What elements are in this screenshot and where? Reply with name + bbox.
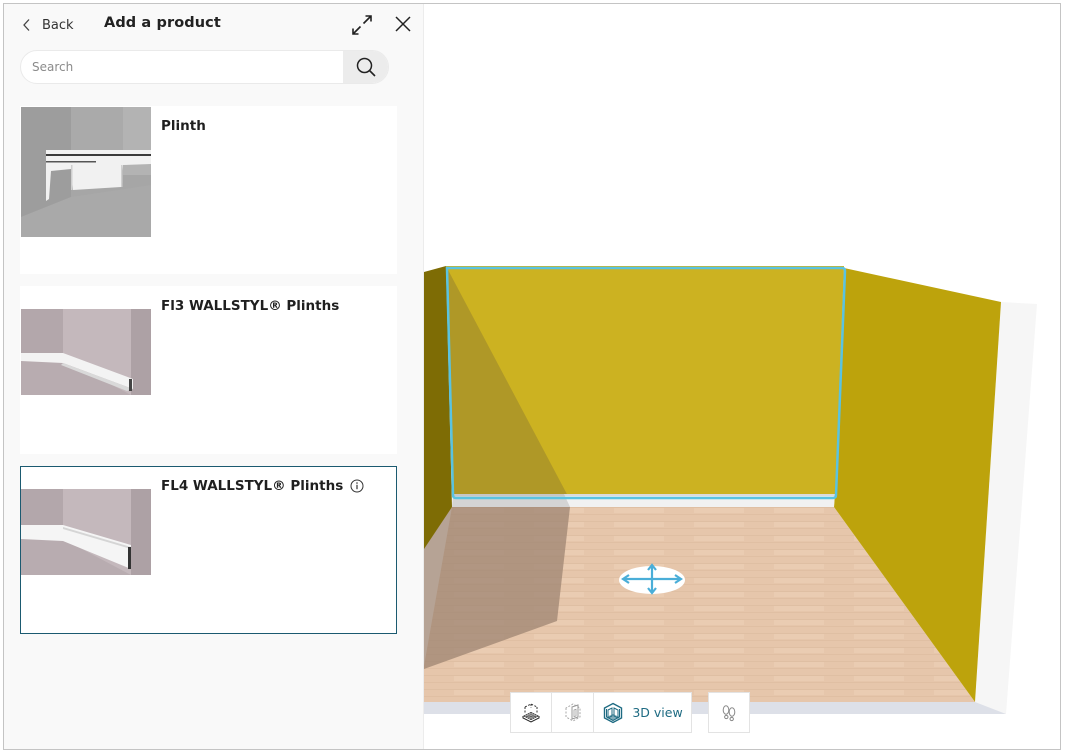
floor-plan-button[interactable]: [511, 693, 552, 732]
product-thumbnail: [21, 107, 151, 237]
info-icon[interactable]: [350, 479, 364, 493]
product-title: Fl3 WALLSTYL® Plinths: [161, 298, 339, 314]
3d-view-icon: [604, 702, 623, 723]
add-product-panel: Back Add a product Search Plinth Fl3 WAL…: [4, 4, 424, 749]
close-button[interactable]: [393, 14, 413, 34]
close-icon: [395, 16, 411, 32]
product-thumbnail: [21, 309, 151, 395]
chevron-left-icon: [23, 19, 30, 31]
3d-view-button[interactable]: 3D view: [594, 693, 691, 732]
product-card[interactable]: Fl3 WALLSTYL® Plinths: [20, 286, 397, 454]
product-title: FL4 WALLSTYL® Plinths: [161, 478, 364, 494]
plinth-thumbnail-image: [21, 107, 151, 237]
product-title-text: Fl3 WALLSTYL® Plinths: [161, 298, 340, 314]
walk-mode-group: [708, 692, 750, 733]
3d-viewport[interactable]: 3D view: [424, 4, 1061, 749]
back-button[interactable]: Back: [22, 14, 74, 36]
expand-button[interactable]: [350, 13, 374, 37]
search-icon: [356, 57, 376, 77]
walk-mode-button[interactable]: [709, 693, 749, 732]
search-button[interactable]: [343, 51, 388, 83]
product-title-text: Plinth: [161, 118, 206, 134]
product-card[interactable]: Plinth: [20, 106, 397, 274]
product-title-text: FL4 WALLSTYL® Plinths: [161, 478, 344, 494]
view-mode-group: 3D view: [510, 692, 692, 733]
wall-view-button[interactable]: [552, 693, 594, 732]
fl4-thumbnail-image: [21, 489, 151, 575]
product-title: Plinth: [161, 118, 206, 134]
product-thumbnail: [21, 489, 151, 575]
app-frame: Back Add a product Search Plinth Fl3 WAL…: [3, 3, 1061, 750]
plinth-shadow: [452, 494, 570, 507]
panel-title: Add a product: [104, 15, 221, 31]
3d-view-label: 3D view: [632, 705, 683, 720]
footsteps-icon: [722, 704, 736, 721]
floor-plan-2d-icon: [522, 702, 540, 723]
search-input[interactable]: [21, 51, 343, 83]
expand-arrows-icon: [352, 15, 372, 35]
view-toolbar: 3D view: [510, 692, 750, 733]
back-label: Back: [42, 17, 74, 33]
product-card-selected[interactable]: FL4 WALLSTYL® Plinths: [20, 466, 397, 634]
panel-header: Back Add a product: [4, 4, 424, 46]
room-scene[interactable]: [424, 4, 1061, 749]
wall-view-icon: [565, 702, 580, 722]
fl3-thumbnail-image: [21, 309, 151, 395]
search-bar: [20, 50, 389, 84]
